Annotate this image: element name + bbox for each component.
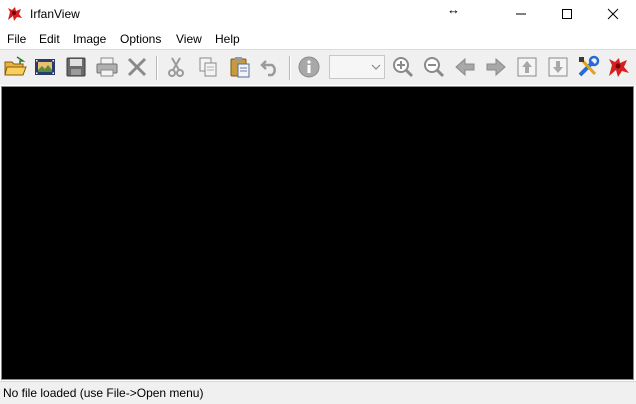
print-button[interactable] bbox=[94, 54, 120, 80]
minimize-icon bbox=[516, 13, 526, 15]
zoom-in-button[interactable] bbox=[390, 54, 416, 80]
maximize-button[interactable] bbox=[544, 0, 590, 28]
resize-cursor-icon: ↔ bbox=[447, 2, 460, 17]
toolbar-separator bbox=[156, 56, 158, 80]
zoom-in-icon bbox=[393, 57, 414, 78]
info-button[interactable] bbox=[296, 54, 322, 80]
title-bar[interactable]: IrfanView ↔ bbox=[0, 0, 636, 28]
last-file-button[interactable] bbox=[545, 54, 571, 80]
open-button[interactable] bbox=[2, 54, 28, 80]
properties-button[interactable] bbox=[575, 54, 601, 80]
image-canvas[interactable] bbox=[1, 86, 634, 380]
paste-button[interactable] bbox=[227, 54, 253, 80]
about-button[interactable] bbox=[606, 54, 632, 80]
first-file-icon bbox=[517, 57, 537, 77]
irfanview-logo-icon bbox=[609, 58, 629, 77]
save-button[interactable] bbox=[63, 54, 89, 80]
delete-button[interactable] bbox=[124, 54, 150, 80]
previous-arrow-icon bbox=[455, 57, 475, 77]
minimize-button[interactable] bbox=[498, 0, 544, 28]
zoom-out-button[interactable] bbox=[421, 54, 447, 80]
next-file-button[interactable] bbox=[483, 54, 509, 80]
next-arrow-icon bbox=[486, 57, 506, 77]
menu-help[interactable]: Help bbox=[214, 31, 241, 47]
delete-x-icon bbox=[127, 57, 147, 77]
previous-file-button[interactable] bbox=[452, 54, 478, 80]
save-disk-icon bbox=[66, 57, 86, 77]
undo-button[interactable] bbox=[257, 54, 283, 80]
menu-edit[interactable]: Edit bbox=[38, 31, 61, 47]
copy-icon bbox=[199, 57, 217, 77]
maximize-icon bbox=[562, 9, 572, 19]
menu-bar: File Edit Image Options View Help bbox=[0, 28, 636, 49]
menu-file[interactable]: File bbox=[6, 31, 27, 47]
slideshow-button[interactable] bbox=[32, 54, 58, 80]
chevron-down-icon bbox=[371, 64, 381, 70]
close-button[interactable] bbox=[590, 0, 636, 28]
cut-scissors-icon bbox=[168, 57, 184, 77]
undo-icon bbox=[260, 60, 276, 77]
menu-options[interactable]: Options bbox=[119, 31, 162, 47]
irfanview-app-icon[interactable] bbox=[6, 5, 24, 23]
status-bar: No file loaded (use File->Open menu) bbox=[0, 381, 636, 404]
toolbar bbox=[0, 49, 636, 85]
slideshow-film-icon bbox=[35, 59, 55, 75]
menu-image[interactable]: Image bbox=[72, 31, 107, 47]
open-folder-icon bbox=[4, 56, 27, 76]
status-text: No file loaded (use File->Open menu) bbox=[3, 386, 204, 400]
first-file-button[interactable] bbox=[514, 54, 540, 80]
menu-view[interactable]: View bbox=[175, 31, 203, 47]
info-icon bbox=[298, 56, 320, 78]
last-file-icon bbox=[548, 57, 568, 77]
cut-button[interactable] bbox=[163, 54, 189, 80]
close-icon bbox=[607, 8, 619, 20]
zoom-out-icon bbox=[424, 57, 445, 78]
toolbar-separator bbox=[289, 56, 291, 80]
zoom-level-dropdown[interactable] bbox=[329, 55, 385, 79]
window-title: IrfanView bbox=[30, 7, 80, 21]
properties-tools-icon bbox=[578, 55, 600, 77]
paste-icon bbox=[230, 57, 250, 78]
print-icon bbox=[96, 57, 118, 77]
copy-button[interactable] bbox=[195, 54, 221, 80]
